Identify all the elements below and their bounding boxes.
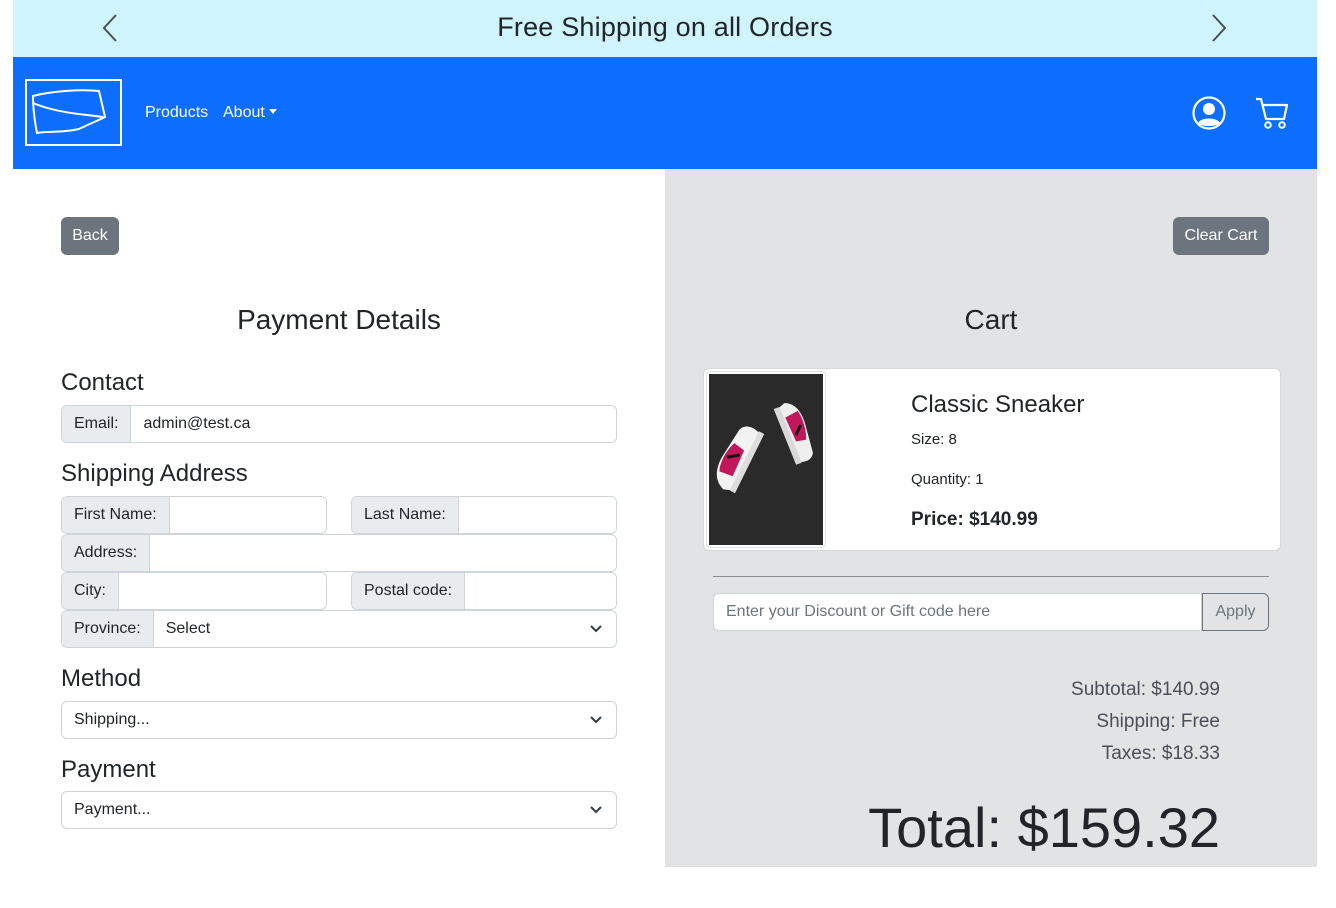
discount-code-input[interactable]: [713, 593, 1202, 631]
address-input-group: Address:: [61, 534, 617, 572]
nav-about-label: About: [223, 104, 265, 121]
product-image[interactable]: [706, 371, 826, 548]
subtotal-text: Subtotal: $140.99: [1071, 679, 1220, 700]
province-select[interactable]: Select: [154, 611, 616, 647]
nav-products-link[interactable]: Products: [145, 104, 208, 122]
product-name: Classic Sneaker: [911, 391, 1085, 418]
navbar: Products About: [13, 57, 1317, 169]
apply-discount-button[interactable]: Apply: [1202, 593, 1269, 631]
chevron-down-icon: [590, 625, 602, 633]
last-name-field[interactable]: [458, 497, 616, 533]
cart-title: Cart: [964, 304, 1018, 335]
address-label: Address:: [62, 535, 151, 571]
user-circle-icon[interactable]: [1191, 95, 1227, 131]
product-price: Price: $140.99: [911, 509, 1038, 530]
first-name-input-group: First Name:: [61, 496, 327, 534]
cart-icon[interactable]: [1253, 95, 1291, 131]
clear-cart-button[interactable]: Clear Cart: [1173, 217, 1269, 255]
payment-method-value: Payment...: [74, 801, 151, 818]
last-name-label: Last Name:: [352, 497, 459, 533]
payment-method-select[interactable]: Payment...: [61, 791, 617, 829]
chevron-down-icon: [590, 806, 602, 814]
email-label: Email:: [62, 406, 132, 442]
payment-details-panel: Back Payment Details Contact Email: Ship…: [13, 169, 665, 867]
city-input-group: City:: [61, 572, 327, 610]
province-label: Province:: [62, 611, 154, 647]
product-size: Size: 8: [911, 431, 957, 448]
caret-down-icon: [268, 109, 277, 114]
brand-logo[interactable]: [25, 79, 122, 146]
discount-input-group: Apply: [713, 593, 1269, 631]
shipping-address-heading: Shipping Address: [61, 460, 248, 487]
payment-details-title: Payment Details: [237, 304, 441, 335]
shipping-method-value: Shipping...: [74, 711, 150, 728]
first-name-field[interactable]: [169, 497, 326, 533]
address-field[interactable]: [150, 535, 616, 571]
taxes-text: Taxes: $18.33: [1101, 743, 1220, 764]
cart-item-card: Classic Sneaker Size: 8 Quantity: 1 Pric…: [703, 368, 1281, 551]
back-button[interactable]: Back: [61, 217, 119, 255]
method-heading: Method: [61, 665, 142, 692]
chevron-right-icon[interactable]: [1206, 12, 1230, 44]
email-input-group: Email:: [61, 405, 617, 443]
city-field[interactable]: [119, 573, 326, 609]
province-input-group: Province: Select: [61, 610, 617, 648]
cart-panel: Clear Cart Cart Classic Sneaker Size: 8 …: [665, 169, 1317, 867]
nav-about-dropdown[interactable]: About: [223, 104, 277, 122]
shipping-method-select[interactable]: Shipping...: [61, 701, 617, 739]
announcement-message: Free Shipping on all Orders: [497, 12, 833, 42]
contact-heading: Contact: [61, 369, 144, 396]
email-field[interactable]: [131, 406, 616, 442]
shipping-cost-text: Shipping: Free: [1096, 711, 1220, 732]
city-label: City:: [62, 573, 119, 609]
order-total: Total: $159.32: [868, 796, 1220, 859]
sneaker-photo: [709, 374, 823, 545]
chevron-down-icon: [590, 716, 602, 724]
announcement-bar: Free Shipping on all Orders: [13, 0, 1317, 57]
first-name-label: First Name:: [62, 497, 170, 533]
product-quantity: Quantity: 1: [911, 471, 984, 488]
postal-code-input-group: Postal code:: [351, 572, 617, 610]
last-name-input-group: Last Name:: [351, 496, 617, 534]
postal-code-label: Postal code:: [352, 573, 466, 609]
cart-divider: [713, 576, 1269, 577]
province-select-value: Select: [165, 620, 211, 637]
payment-heading: Payment: [61, 756, 156, 783]
postal-code-field[interactable]: [465, 573, 616, 609]
